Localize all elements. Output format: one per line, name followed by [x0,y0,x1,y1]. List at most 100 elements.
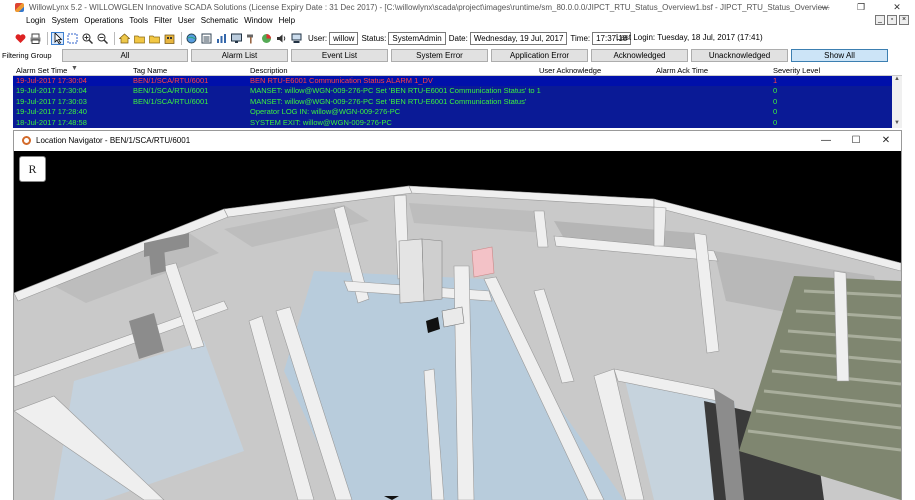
zoom-out-icon[interactable] [96,32,109,45]
menu-login[interactable]: Login [26,15,46,27]
chart-icon[interactable] [215,32,228,45]
restore-button[interactable]: ❐ [843,0,879,14]
cell-severity-level: 0 [773,107,778,117]
scroll-down-icon[interactable]: ▼ [892,120,902,128]
table-row[interactable]: 18-Jul-2017 17:48:58 SYSTEM EXIT: willow… [13,118,902,128]
location-navigator-window: Location Navigator - BEN/1/SCA/RTU/6001 … [13,130,902,500]
cell-description: MANSET: willow@WGN-009-276-PC Set 'BEN R… [250,96,527,106]
filter-system-error-button[interactable]: System Error [391,48,488,62]
table-row[interactable]: 19-Jul-2017 17:28:40 Operator LOG IN: wi… [13,107,902,117]
cell-tag-name: BEN/1/SCA/RTU/6001 [133,96,209,106]
navigator-close-button[interactable]: ✕ [871,131,901,150]
menu-bar: Login System Operations Tools Filter Use… [0,15,915,27]
close-button[interactable]: ✕ [879,0,915,14]
toolbar-separator [47,31,48,45]
cell-description: BEN RTU-E6001 Communication Status ALARM… [250,76,433,85]
user-computer-icon[interactable] [290,32,303,45]
cell-severity-level: 0 [773,117,778,127]
menu-schematic[interactable]: Schematic [201,15,238,27]
menu-user[interactable]: User [178,15,195,27]
column-header-alarm-ack-time[interactable]: Alarm Ack Time [656,66,708,75]
filtering-group-label: Filtering Group [2,50,52,60]
rtu-6001-cabinet[interactable] [471,246,495,278]
floorplan-3d-scene[interactable] [14,151,901,500]
navigator-minimize-button[interactable]: — [811,131,841,150]
menu-help[interactable]: Help [279,15,295,27]
navigator-window-controls: — ☐ ✕ [811,131,901,150]
heart-icon[interactable] [14,32,27,45]
last-login-info: Last Login: Tuesday, 18 Jul, 2017 (17:41… [616,33,763,42]
table-row[interactable]: 19-Jul-2017 17:30:04 BEN/1/SCA/RTU/6001 … [13,76,902,87]
navigator-title: Location Navigator - BEN/1/SCA/RTU/6001 [36,136,191,145]
column-header-tag-name[interactable]: Tag Name [133,66,167,75]
filter-bar: Filtering Group All Alarm List Event Lis… [0,48,915,62]
toolbar-separator [181,31,182,45]
list-icon[interactable] [200,32,213,45]
cell-description: SYSTEM EXIT: willow@WGN-009-276-PC [250,117,392,127]
cell-tag-name: BEN/1/SCA/RTU/6001 [133,76,209,85]
user-field: willow [329,31,359,45]
child-minimize-button[interactable]: _ [875,15,885,25]
child-close-button[interactable]: × [899,15,909,25]
filter-acknowledged-button[interactable]: Acknowledged [591,48,688,62]
app-logo-icon [15,2,24,12]
folder-forward-icon[interactable] [148,32,161,45]
cell-severity-level: 0 [773,86,778,96]
column-header-description[interactable]: Description [250,66,288,75]
pointer-icon[interactable] [51,31,64,45]
date-field: Wednesday, 19 Jul, 2017 [469,31,568,45]
window-controls: — ❐ ✕ [807,0,915,14]
column-header-alarm-set-time[interactable]: Alarm Set Time [16,66,67,75]
time-label: Time: [570,33,591,43]
zoom-region-icon[interactable] [66,32,79,45]
table-row[interactable]: 19-Jul-2017 17:30:04 BEN/1/SCA/RTU/6001 … [13,86,902,96]
globe-icon[interactable] [185,32,198,45]
user-label: User: [308,33,328,43]
menu-operations[interactable]: Operations [84,15,123,27]
status-label: Status: [361,33,387,43]
cell-tag-name: BEN/1/SCA/RTU/6001 [133,86,209,96]
filter-alarm-list-button[interactable]: Alarm List [191,48,288,62]
minimize-button[interactable]: — [807,0,843,14]
cell-alarm-set-time: 18-Jul-2017 17:48:58 [16,117,87,127]
filter-application-error-button[interactable]: Application Error [491,48,588,62]
reset-view-button[interactable]: R [19,156,46,182]
cell-alarm-set-time: 19-Jul-2017 17:28:40 [16,107,87,117]
hammer-icon[interactable] [245,32,258,45]
table-row[interactable]: 19-Jul-2017 17:30:03 BEN/1/SCA/RTU/6001 … [13,97,902,107]
sort-descending-icon[interactable]: ▼ [71,65,78,72]
monitor-icon[interactable] [230,32,243,45]
print-icon[interactable] [29,32,42,45]
cell-severity-level: 0 [773,96,778,106]
filter-show-all-button[interactable]: Show All [791,48,888,62]
filter-all-button[interactable]: All [62,48,188,62]
menu-system[interactable]: System [52,15,79,27]
alarm-table-body: 19-Jul-2017 17:30:04 BEN/1/SCA/RTU/6001 … [13,76,902,128]
pie-chart-icon[interactable] [260,32,273,45]
filter-unacknowledged-button[interactable]: Unacknowledged [691,48,788,62]
toolbar: User: willow Status: SystemAdmin Date: W… [0,29,915,47]
date-label: Date: [448,33,468,43]
toolbar-separator [114,31,115,45]
scroll-up-icon[interactable]: ▲ [892,76,902,84]
building-icon[interactable] [163,32,176,45]
navigator-gear-icon [22,136,31,145]
cell-severity-level: 1 [773,76,778,85]
cell-description: Operator LOG IN: willow@WGN-009-276-PC [250,107,401,117]
title-bar: WillowLynx 5.2 - WILLOWGLEN Innovative S… [0,0,915,14]
zoom-in-icon[interactable] [81,32,94,45]
navigator-maximize-button[interactable]: ☐ [841,131,871,150]
cell-alarm-set-time: 19-Jul-2017 17:30:04 [16,86,87,96]
menu-window[interactable]: Window [244,15,272,27]
home-icon[interactable] [118,32,131,45]
folder-back-icon[interactable] [133,32,146,45]
filter-event-list-button[interactable]: Event List [291,48,388,62]
column-header-severity-level[interactable]: Severity Level [773,66,820,75]
child-restore-button[interactable]: ▫ [887,15,897,25]
floorplan-3d-view[interactable]: R [14,151,901,500]
speaker-icon[interactable] [275,32,288,45]
alarm-table-scrollbar[interactable]: ▲ ▼ [892,76,902,128]
column-header-user-acknowledge[interactable]: User Acknowledge [539,66,601,75]
menu-tools[interactable]: Tools [129,15,148,27]
menu-filter[interactable]: Filter [154,15,172,27]
